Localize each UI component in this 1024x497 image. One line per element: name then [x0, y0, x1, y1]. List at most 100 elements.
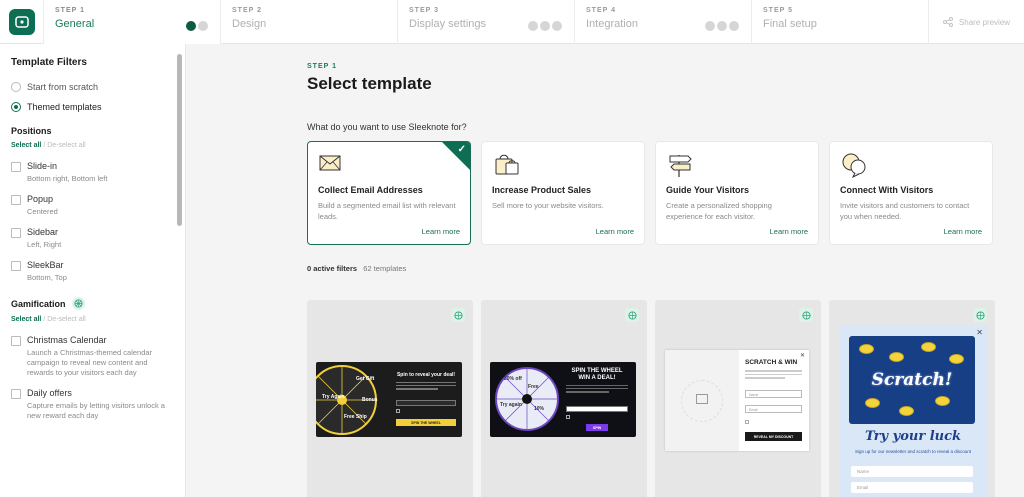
wheel-segment-label: Free Ship — [344, 414, 367, 420]
logo-cell[interactable] — [0, 0, 44, 44]
filter-slide-in[interactable]: Slide-in Bottom right, Bottom left — [11, 161, 172, 184]
card-collect-email-addresses[interactable]: Collect Email Addresses Build a segmente… — [307, 141, 471, 245]
sleeknote-logo-icon[interactable] — [8, 9, 35, 35]
gamification-icon — [451, 308, 465, 322]
lemon-icon — [859, 344, 874, 354]
checkbox[interactable] — [11, 389, 21, 399]
card-connect-with-visitors[interactable]: Connect With Visitors Invite visitors an… — [829, 141, 993, 245]
step-number: STEP 2 — [232, 7, 262, 14]
name-field: Name — [745, 390, 802, 398]
wheel-segment-label: Bonus — [362, 397, 378, 403]
checkbox[interactable] — [11, 195, 21, 205]
learn-more-link[interactable]: Learn more — [944, 227, 982, 236]
active-filters-count: 0 active filters — [307, 264, 358, 273]
main-content: STEP 1 Select template What do you want … — [186, 44, 1024, 497]
step-display-settings[interactable]: STEP 3 Display settings — [398, 0, 575, 44]
progress-dot — [552, 21, 562, 31]
step-navigation: STEP 1 General STEP 2 Design STEP 3 Disp… — [0, 0, 1024, 44]
step-progress-dots — [705, 21, 739, 31]
radio-label: Themed templates — [27, 102, 102, 112]
learn-more-link[interactable]: Learn more — [596, 227, 634, 236]
template-card[interactable]: ✕ SCRATCH & WIN Name Email REVEAL MY DIS… — [655, 300, 821, 497]
template-card[interactable]: Get Gift Try Again Free Ship Bonus Spin … — [307, 300, 473, 497]
step-number: STEP 3 — [409, 7, 439, 14]
filter-popup[interactable]: Popup Centered — [11, 194, 172, 217]
filter-subtitle: Bottom, Top — [27, 273, 67, 282]
shopping-bag-icon — [492, 151, 634, 178]
deselect-all-link[interactable]: De-select all — [47, 316, 86, 323]
lemon-icon — [921, 342, 936, 352]
filter-summary: 0 active filters 62 templates — [307, 264, 406, 273]
step-label: Final setup — [763, 18, 817, 30]
progress-dot — [198, 21, 208, 31]
gamification-title: Gamification — [11, 297, 172, 310]
checkbox[interactable] — [11, 336, 21, 346]
link-separator: / — [43, 316, 46, 323]
filter-subtitle: Left, Right — [27, 240, 62, 249]
radio-button[interactable] — [11, 102, 21, 112]
card-increase-product-sales[interactable]: Increase Product Sales Sell more to your… — [481, 141, 645, 245]
consent-checkbox — [396, 409, 400, 413]
template-heading: Try your luck — [864, 429, 962, 444]
check-icon: ✓ — [457, 144, 466, 155]
card-guide-your-visitors[interactable]: Guide Your Visitors Create a personalize… — [655, 141, 819, 245]
template-preview: ✕ Scratch! Try your luck Sign up for our… — [839, 326, 987, 497]
template-filters-sidebar: Template Filters Start from scratch Them… — [0, 44, 186, 497]
select-all-link[interactable]: Select all — [11, 142, 41, 149]
radio-themed-templates[interactable]: Themed templates — [11, 102, 172, 112]
step-general[interactable]: STEP 1 General — [44, 0, 221, 44]
filter-title: Christmas Calendar — [27, 335, 107, 345]
sidebar-scrollbar[interactable] — [177, 54, 182, 226]
template-body-lines — [745, 370, 802, 381]
lemon-icon — [899, 406, 914, 416]
learn-more-link[interactable]: Learn more — [770, 227, 808, 236]
filter-daily-offers[interactable]: Daily offers Capture emails by letting vi… — [11, 388, 172, 421]
consent-checkbox — [566, 415, 570, 419]
radio-label: Start from scratch — [27, 82, 99, 92]
filter-subtitle: Capture emails by letting visitors unloc… — [27, 401, 165, 420]
filter-title: Sidebar — [27, 227, 59, 237]
checkbox[interactable] — [11, 162, 21, 172]
wheel-segment-label: Get Gift — [356, 376, 375, 382]
filter-christmas-calendar[interactable]: Christmas Calendar Launch a Christmas-the… — [11, 335, 172, 378]
card-title: Increase Product Sales — [492, 185, 592, 195]
lemon-icon — [889, 352, 904, 362]
filter-sleekbar[interactable]: SleekBar Bottom, Top — [11, 260, 172, 283]
template-heading: Spin to reveal your deal! — [396, 372, 456, 378]
radio-button[interactable] — [11, 82, 21, 92]
share-preview-button[interactable]: Share preview — [929, 0, 1024, 44]
envelope-icon — [318, 151, 460, 178]
step-number: STEP 1 — [55, 7, 85, 14]
email-field: Email — [851, 482, 973, 493]
deselect-all-link[interactable]: De-select all — [47, 142, 86, 149]
step-design[interactable]: STEP 2 Design — [221, 0, 398, 44]
filter-sidebar[interactable]: Sidebar Left, Right — [11, 227, 172, 250]
step-integration[interactable]: STEP 4 Integration — [575, 0, 752, 44]
gamification-select-links: Select all / De-select all — [11, 316, 172, 323]
chat-bubbles-icon — [840, 151, 982, 179]
template-preview: Get Gift Try Again Free Ship Bonus Spin … — [316, 362, 462, 437]
purpose-question: What do you want to use Sleeknote for? — [307, 122, 467, 132]
checkbox[interactable] — [11, 261, 21, 271]
progress-dot — [705, 21, 715, 31]
step-final-setup[interactable]: STEP 5 Final setup — [752, 0, 929, 44]
positions-select-links: Select all / De-select all — [11, 142, 172, 149]
radio-start-from-scratch[interactable]: Start from scratch — [11, 82, 172, 92]
gamification-icon — [71, 297, 85, 310]
template-card[interactable]: 20% off Free Try again 10% SPIN THE WHEE… — [481, 300, 647, 497]
learn-more-link[interactable]: Learn more — [422, 227, 460, 236]
step-eyebrow: STEP 1 — [307, 63, 337, 70]
reveal-discount-button: REVEAL MY DISCOUNT — [745, 432, 802, 441]
filter-subtitle: Centered — [27, 207, 58, 216]
gamification-icon — [625, 308, 639, 322]
template-body-lines — [396, 382, 456, 390]
share-icon — [942, 17, 953, 27]
scratch-heading: Scratch! — [871, 370, 953, 390]
wheel-segment-label: 10% — [534, 406, 545, 412]
checkbox[interactable] — [11, 228, 21, 238]
select-all-link[interactable]: Select all — [11, 316, 41, 323]
close-icon: ✕ — [976, 328, 983, 337]
progress-dot — [729, 21, 739, 31]
card-description: Invite visitors and customers to contact… — [840, 201, 970, 221]
template-card[interactable]: ✕ Scratch! Try your luck Sign up for our… — [829, 300, 995, 497]
